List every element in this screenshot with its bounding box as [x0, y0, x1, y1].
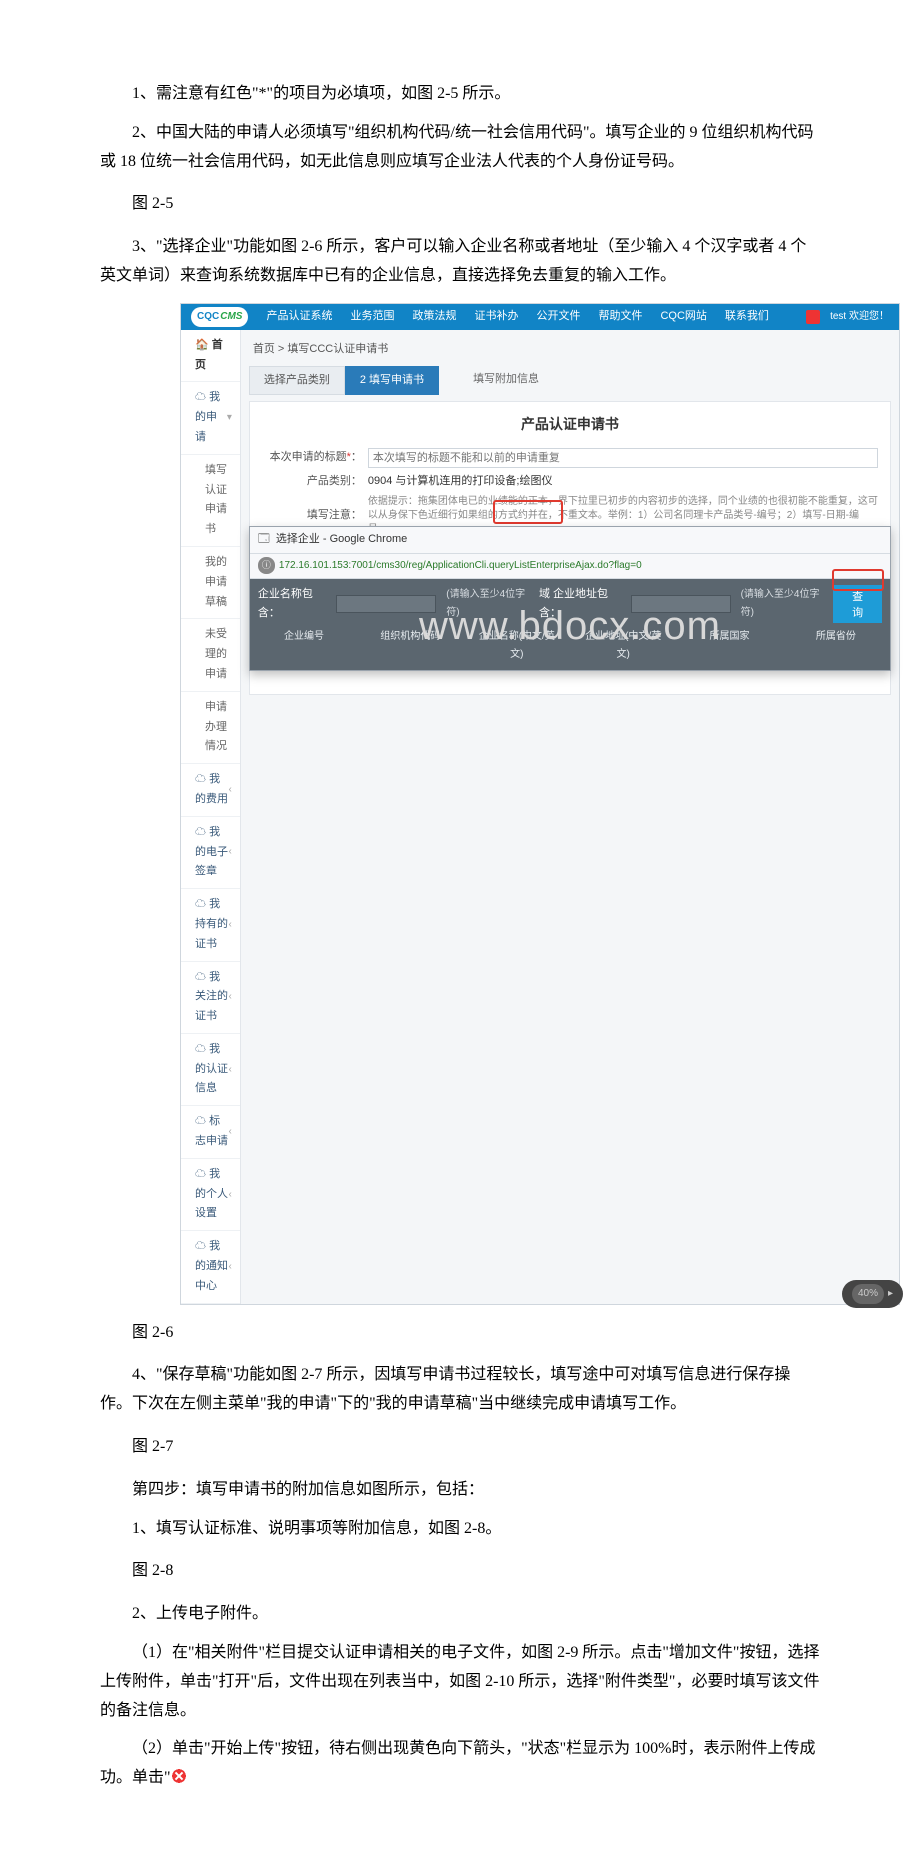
- chevron-left-icon: ‹: [229, 781, 232, 799]
- label-class: 产品类别：: [262, 472, 362, 492]
- col: 企业编号: [266, 628, 342, 664]
- hint-addr: (请输入至少4位字符): [741, 586, 828, 622]
- app-topbar: CQCCMS 产品认证系统 业务范围 政策法规 证书补办 公开文件 帮助文件 C…: [181, 304, 899, 330]
- sidebar-item-fees[interactable]: ☁ 我的费用‹: [181, 764, 240, 817]
- popup-table-header: 企业编号 组织机构代码 企业名称(中文/英文) 企业地址(中文/英文) 所属国家…: [258, 624, 882, 664]
- step-2[interactable]: 2 填写申请书: [345, 366, 439, 396]
- content-area: 首页 > 填写CCC认证申请书 选择产品类别 2 填写申请书 填写附加信息 产品…: [241, 330, 899, 1304]
- input-ent-addr[interactable]: [631, 595, 731, 613]
- para-9a: （2）单击"开始上传"按钮，待右侧出现黄色向下箭头，"状态"栏显示为 100%时…: [100, 1740, 815, 1786]
- app-logo: CQCCMS: [191, 307, 248, 327]
- search-button[interactable]: 查询: [833, 585, 882, 623]
- fig-label-2-8: 图 2-8: [100, 1557, 820, 1586]
- step-wizard: 选择产品类别 2 填写申请书 填写附加信息: [249, 366, 891, 396]
- welcome-text: test 欢迎您！: [830, 308, 889, 326]
- para-9: （2）单击"开始上传"按钮，待右侧出现黄色向下箭头，"状态"栏显示为 100%时…: [100, 1735, 820, 1793]
- para-6: 1、填写认证标准、说明事项等附加信息，如图 2-8。: [100, 1515, 820, 1544]
- topnav-item[interactable]: 政策法规: [412, 307, 456, 327]
- sidebar-item-home[interactable]: 🏠 首页: [181, 330, 240, 383]
- chevron-left-icon: ‹: [229, 988, 232, 1006]
- input-app-title[interactable]: [368, 448, 878, 468]
- top-nav: 产品认证系统 业务范围 政策法规 证书补办 公开文件 帮助文件 CQC网站 联系…: [266, 307, 768, 327]
- sidebar-item-fill-app[interactable]: 填写认证申请书: [181, 455, 240, 547]
- hint-name: (请输入至少4位字符): [446, 586, 533, 622]
- para-8: （1）在"相关附件"栏目提交认证申请相关的电子文件，如图 2-9 所示。点击"增…: [100, 1639, 820, 1725]
- sidebar-item-settings[interactable]: ☁ 我的个人设置‹: [181, 1159, 240, 1231]
- sidebar-item-myapply[interactable]: ☁ 我的申请▾: [181, 382, 240, 454]
- expand-icon: ▸: [888, 1285, 893, 1303]
- para-1: 1、需注意有红色"*"的项目为必填项，如图 2-5 所示。: [100, 80, 820, 109]
- float-progress-badge[interactable]: 40% ▸: [842, 1280, 903, 1308]
- sidebar-item-unaccepted[interactable]: 未受理的申请: [181, 619, 240, 691]
- topbar-right: test 欢迎您！: [806, 308, 889, 326]
- sidebar-item-favcerts[interactable]: ☁ 我关注的证书‹: [181, 962, 240, 1034]
- popup-body: 企业名称包含： (请输入至少4位字符) 域 企业地址包含： (请输入至少4位字符…: [250, 579, 890, 671]
- app-screenshot: CQCCMS 产品认证系统 业务范围 政策法规 证书补办 公开文件 帮助文件 C…: [180, 303, 900, 1305]
- sidebar: 🏠 首页 ☁ 我的申请▾ 填写认证申请书 我的申请草稿 未受理的申请 申请办理情…: [181, 330, 241, 1304]
- logo-text-a: CQC: [197, 308, 219, 326]
- col: 企业名称(中文/英文): [479, 628, 555, 664]
- sidebar-item-markapply[interactable]: ☁ 标志申请‹: [181, 1106, 240, 1159]
- topnav-item[interactable]: 产品认证系统: [266, 307, 332, 327]
- chevron-left-icon: ‹: [229, 1123, 232, 1141]
- para-7: 2、上传电子附件。: [100, 1600, 820, 1629]
- sidebar-item-certinfo[interactable]: ☁ 我的认证信息‹: [181, 1034, 240, 1106]
- chevron-down-icon: ▾: [227, 409, 232, 427]
- input-ent-name[interactable]: [336, 595, 436, 613]
- fig-label-2-6: 图 2-6: [100, 1319, 820, 1348]
- col: 所属国家: [691, 628, 767, 664]
- label-ent-name: 企业名称包含：: [258, 585, 330, 625]
- para-5: 第四步：填写申请书的附加信息如图所示，包括：: [100, 1476, 820, 1505]
- label-ent-addr: 域 企业地址包含：: [539, 585, 625, 625]
- sidebar-item-mycerts[interactable]: ☁ 我持有的证书‹: [181, 889, 240, 961]
- topnav-item[interactable]: 帮助文件: [598, 307, 642, 327]
- sidebar-item-status[interactable]: 申请办理情况: [181, 692, 240, 764]
- popup-title-text: 选择企业 - Google Chrome: [276, 530, 407, 550]
- col: 所属省份: [798, 628, 874, 664]
- para-2: 2、中国大陆的申请人必须填写"组织机构代码/统一社会信用代码"。填写企业的 9 …: [100, 119, 820, 177]
- info-icon: ⓘ: [258, 557, 275, 573]
- sidebar-item-esign[interactable]: ☁ 我的电子签章‹: [181, 817, 240, 889]
- label-title: 本次申请的标题*：: [262, 448, 362, 468]
- fig-label-2-7: 图 2-7: [100, 1433, 820, 1462]
- notification-icon[interactable]: [806, 310, 820, 324]
- progress-value: 40%: [852, 1284, 884, 1304]
- topnav-item[interactable]: 联系我们: [725, 307, 769, 327]
- col: 企业地址(中文/英文): [585, 628, 661, 664]
- step-3: 填写附加信息: [459, 366, 553, 396]
- enterprise-popup: 🗔 选择企业 - Google Chrome ⓘ 172.16.101.153:…: [249, 526, 891, 671]
- logo-text-b: CMS: [220, 308, 242, 326]
- breadcrumb: 首页 > 填写CCC认证申请书: [249, 338, 891, 366]
- fig-label-2-5: 图 2-5: [100, 190, 820, 219]
- para-4: 4、"保存草稿"功能如图 2-7 所示，因填写申请书过程较长，填写途中可对填写信…: [100, 1361, 820, 1419]
- sidebar-item-draft[interactable]: 我的申请草稿: [181, 547, 240, 619]
- delete-icon: [171, 1768, 187, 1784]
- label-remark: 填写注意：: [262, 506, 362, 526]
- chevron-left-icon: ‹: [229, 1258, 232, 1276]
- sidebar-item-notify[interactable]: ☁ 我的通知中心‹: [181, 1231, 240, 1303]
- para-3: 3、"选择企业"功能如图 2-6 所示，客户可以输入企业名称或者地址（至少输入 …: [100, 233, 820, 291]
- popup-titlebar: 🗔 选择企业 - Google Chrome: [250, 527, 890, 554]
- popup-urlbar: ⓘ 172.16.101.153:7001/cms30/reg/Applicat…: [250, 554, 890, 579]
- popup-url-text: 172.16.101.153:7001/cms30/reg/Applicatio…: [279, 557, 642, 575]
- topnav-item[interactable]: CQC网站: [660, 307, 706, 327]
- chevron-left-icon: ‹: [229, 843, 232, 861]
- topnav-item[interactable]: 公开文件: [536, 307, 580, 327]
- chevron-left-icon: ‹: [229, 1061, 232, 1079]
- chevron-left-icon: ‹: [229, 1186, 232, 1204]
- panel-title: 产品认证申请书: [262, 412, 878, 437]
- topnav-item[interactable]: 业务范围: [350, 307, 394, 327]
- chrome-icon: 🗔: [258, 530, 270, 550]
- value-class: 0904 与计算机连用的打印设备;绘图仪: [368, 472, 553, 492]
- step-1[interactable]: 选择产品类别: [249, 366, 345, 396]
- chevron-left-icon: ‹: [229, 916, 232, 934]
- topnav-item[interactable]: 证书补办: [474, 307, 518, 327]
- col: 组织机构代码: [372, 628, 448, 664]
